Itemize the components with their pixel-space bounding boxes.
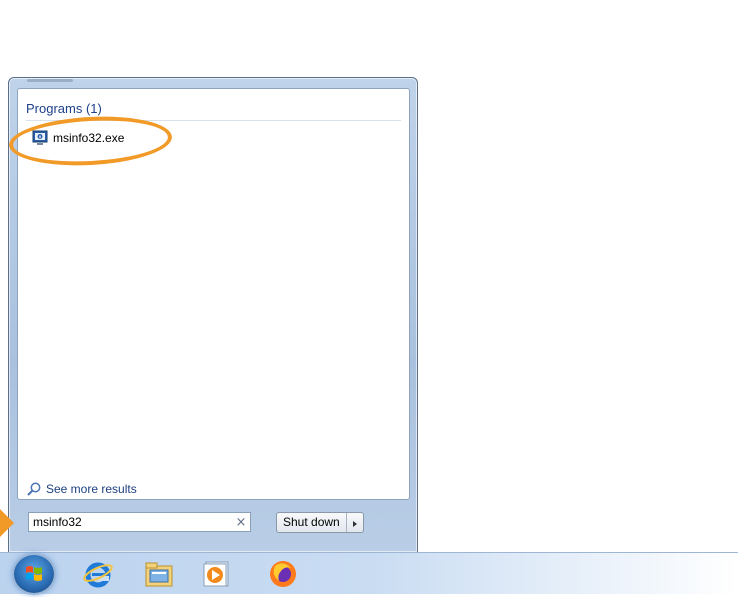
taskbar-firefox[interactable] [265, 556, 301, 592]
see-more-results-link[interactable]: See more results [26, 479, 137, 499]
firefox-icon [270, 561, 296, 587]
menu-grip [27, 79, 73, 82]
shutdown-group: Shut down [276, 512, 364, 533]
internet-explorer-icon [83, 562, 113, 588]
file-explorer-icon [145, 562, 173, 587]
taskbar-internet-explorer[interactable] [80, 556, 116, 592]
taskbar-media-player[interactable] [198, 556, 234, 592]
pointer-arrow-icon [0, 509, 14, 537]
shutdown-button[interactable]: Shut down [277, 513, 347, 532]
taskbar [0, 552, 738, 594]
start-orb[interactable] [14, 555, 54, 593]
taskbar-file-explorer[interactable] [141, 556, 177, 592]
start-search-box[interactable]: × [28, 512, 251, 532]
search-input[interactable] [29, 514, 232, 530]
chevron-right-icon [351, 513, 359, 532]
programs-section-header: Programs (1) [26, 101, 102, 116]
shutdown-options-button[interactable] [347, 513, 363, 532]
see-more-label: See more results [46, 482, 137, 496]
media-player-icon [203, 561, 229, 587]
windows-logo-icon [26, 566, 42, 581]
magnifier-icon [26, 481, 42, 497]
clear-search-icon[interactable]: × [232, 515, 250, 530]
